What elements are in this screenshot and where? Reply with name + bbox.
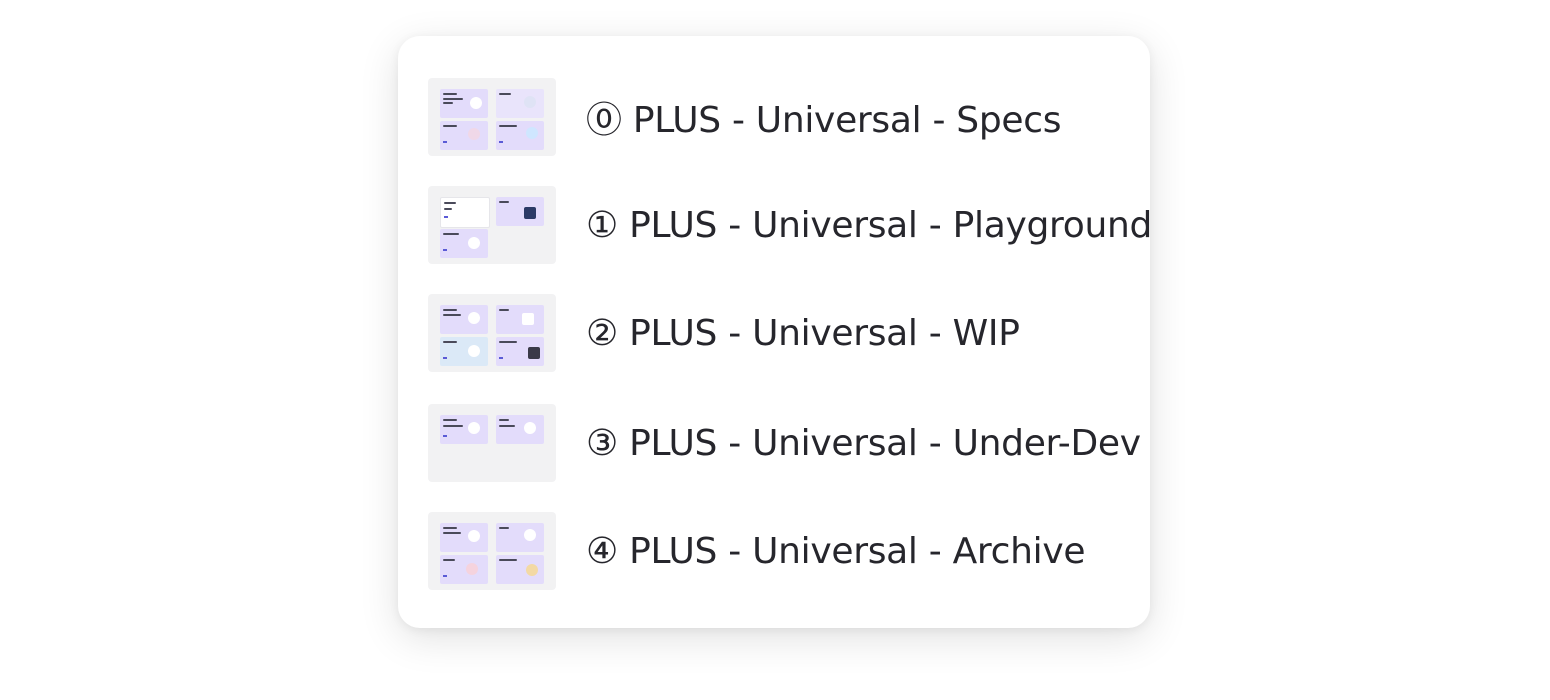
thumbnail-frame bbox=[496, 197, 544, 226]
thumbnail-frame bbox=[440, 121, 488, 150]
thumbnail-frame bbox=[496, 89, 544, 118]
file-item-wip[interactable]: ② PLUS - Universal - WIP bbox=[428, 294, 1148, 372]
thumbnail-frame bbox=[496, 415, 544, 444]
thumbnail-frame bbox=[440, 89, 488, 118]
file-label: ③ PLUS - Universal - Under-Dev bbox=[586, 422, 1141, 464]
file-item-under-dev[interactable]: ③ PLUS - Universal - Under-Dev bbox=[428, 404, 1148, 482]
file-item-archive[interactable]: ④ PLUS - Universal - Archive bbox=[428, 512, 1148, 590]
file-list-popover: ⓪ PLUS - Universal - Specs ① PLUS - Univ… bbox=[398, 36, 1152, 628]
file-label: ① PLUS - Universal - Playground bbox=[586, 204, 1153, 246]
file-item-playground[interactable]: ① PLUS - Universal - Playground bbox=[428, 186, 1152, 264]
file-label: ② PLUS - Universal - WIP bbox=[586, 312, 1020, 354]
file-thumbnail bbox=[428, 294, 556, 372]
file-item-specs[interactable]: ⓪ PLUS - Universal - Specs bbox=[428, 78, 1148, 156]
thumbnail-frame bbox=[440, 523, 488, 552]
thumbnail-frame bbox=[496, 555, 544, 584]
thumbnail-frame bbox=[496, 523, 544, 552]
thumbnail-frame bbox=[496, 121, 544, 150]
thumbnail-frame bbox=[440, 229, 488, 258]
file-label: ④ PLUS - Universal - Archive bbox=[586, 530, 1086, 572]
file-thumbnail bbox=[428, 186, 556, 264]
thumbnail-frame bbox=[496, 337, 544, 366]
file-thumbnail bbox=[428, 512, 556, 590]
thumbnail-frame bbox=[440, 555, 488, 584]
thumbnail-frame bbox=[440, 337, 488, 366]
thumbnail-frame bbox=[440, 415, 488, 444]
thumbnail-frame bbox=[440, 305, 488, 334]
thumbnail-frame bbox=[496, 305, 544, 334]
file-label: ⓪ PLUS - Universal - Specs bbox=[586, 100, 1062, 141]
file-thumbnail bbox=[428, 78, 556, 156]
thumbnail-frame bbox=[440, 197, 490, 228]
file-thumbnail bbox=[428, 404, 556, 482]
